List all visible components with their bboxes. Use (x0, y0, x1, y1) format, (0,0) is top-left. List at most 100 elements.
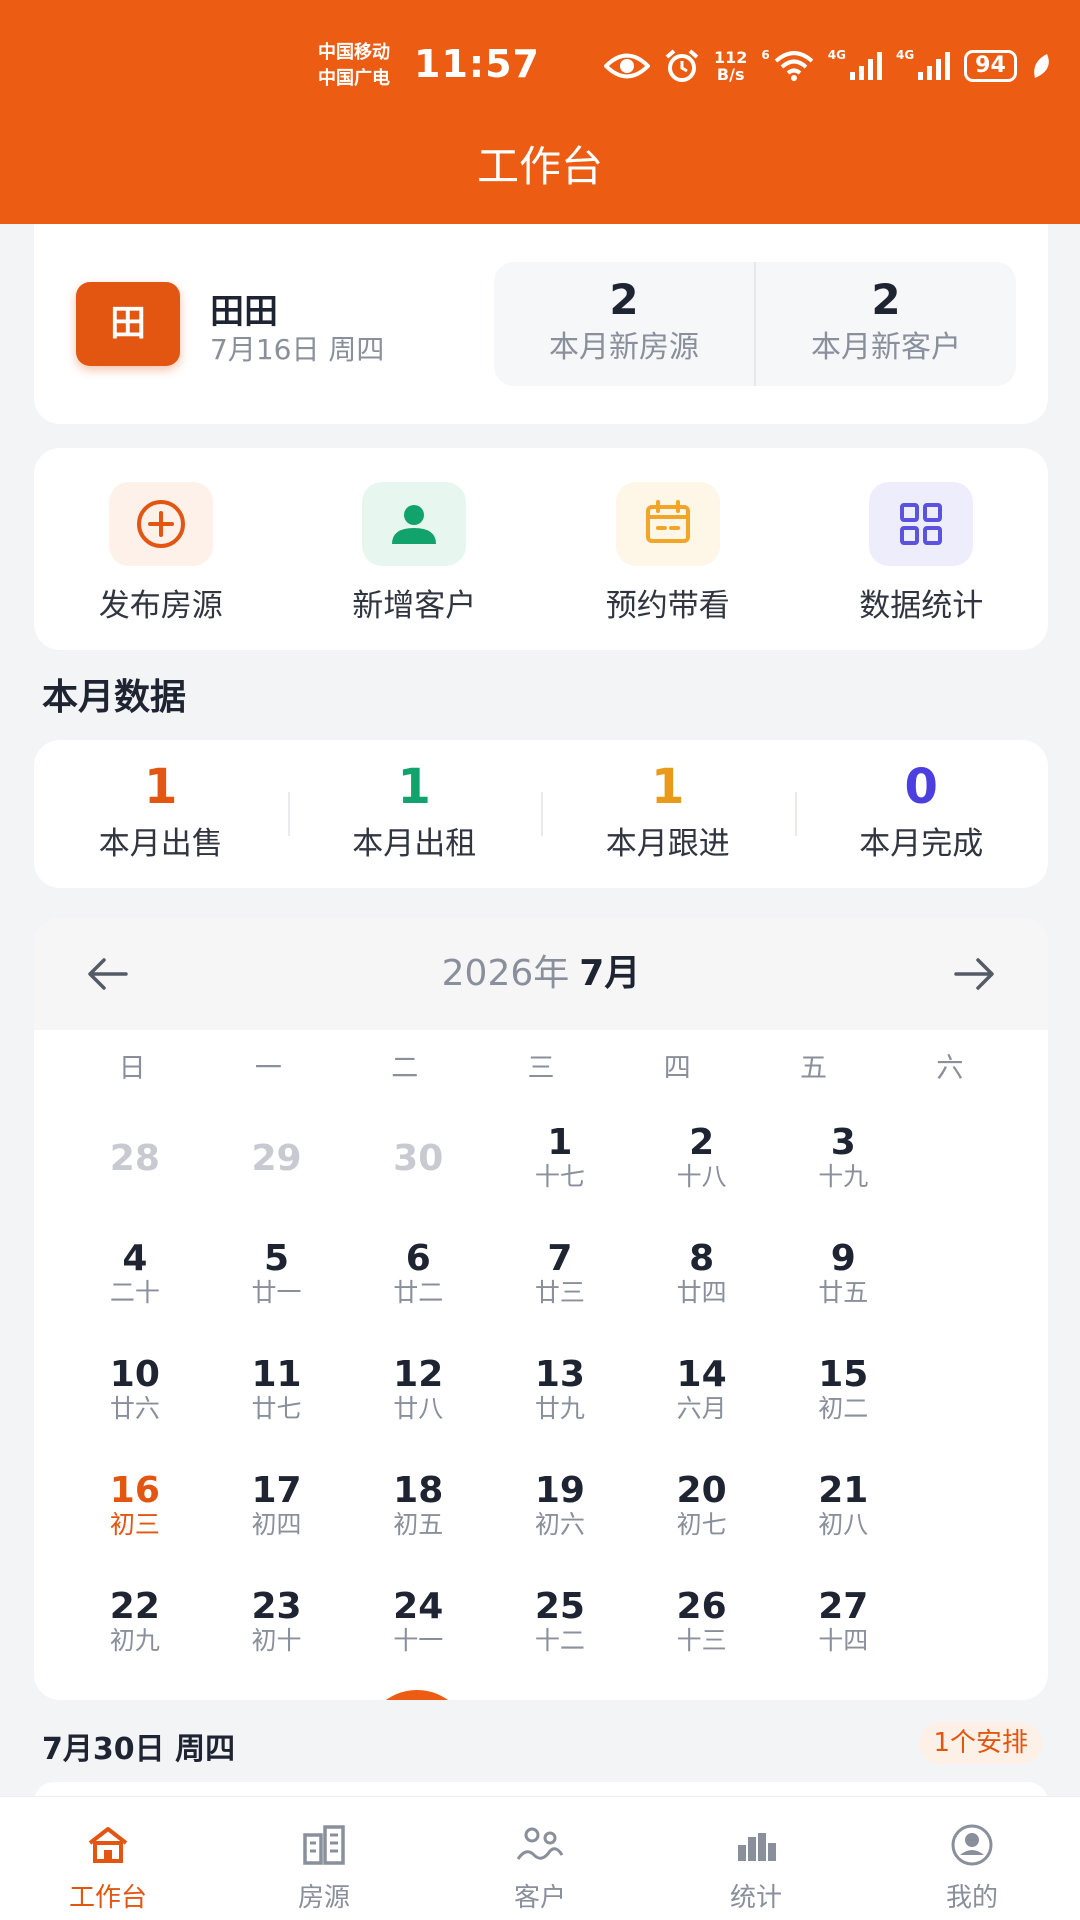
tab-stats[interactable]: 统计 (648, 1797, 864, 1920)
avatar[interactable]: 田 (76, 282, 180, 366)
weekday-label: 五 (800, 1052, 828, 1084)
home-icon (0, 1819, 216, 1871)
calendar-day[interactable]: 3 十九 (772, 1110, 914, 1226)
stat-label: 本月新房源 (549, 330, 699, 365)
tab-workbench[interactable]: 工作台 (0, 1797, 216, 1920)
calendar-day[interactable]: 5 廿一 (206, 1226, 348, 1342)
lunar-date: 廿一 (251, 1278, 302, 1307)
calendar-day[interactable]: 1 十七 (489, 1110, 631, 1226)
monthly-sold-stat[interactable]: 1 本月出售 (34, 740, 288, 888)
calendar-day[interactable]: 18 初五 (347, 1458, 489, 1574)
lunar-date: 初六 (534, 1510, 585, 1539)
data-stats-button[interactable]: 数据统计 (795, 448, 1049, 650)
calendar-day[interactable]: 8 廿四 (631, 1226, 773, 1342)
calendar-day[interactable]: 17 初四 (206, 1458, 348, 1574)
user-icon (362, 482, 467, 566)
calendar-day[interactable]: 11 廿七 (206, 1342, 348, 1458)
day-number: 28 (109, 1138, 160, 1179)
monthly-rented-stat[interactable]: 1 本月出租 (287, 740, 542, 888)
calendar-month: 7月 (579, 953, 641, 994)
weekday-row: 日 一 二 三 四 五 六 (34, 1030, 1048, 1100)
arrow-left-icon[interactable] (86, 954, 130, 994)
stat-label: 本月跟进 (605, 826, 730, 862)
calendar-day[interactable]: 31十八 (489, 1690, 631, 1700)
building-icon (216, 1819, 432, 1871)
monthly-followup-stat[interactable]: 1 本月跟进 (541, 740, 795, 888)
lunar-date: 初十 (251, 1626, 302, 1655)
day-number: 30 (393, 1138, 444, 1179)
day-number: 7 (547, 1238, 573, 1279)
schedule-viewing-button[interactable]: 预约带看 (541, 448, 795, 650)
lunar-date: 十三 (676, 1626, 727, 1655)
calendar-day[interactable]: 30 (347, 1110, 489, 1226)
tab-mine[interactable]: 我的 (864, 1797, 1080, 1920)
weekday-label: 四 (663, 1052, 691, 1084)
leaf-icon (1033, 54, 1049, 78)
tab-listings[interactable]: 房源 (216, 1797, 432, 1920)
users-icon (432, 1819, 648, 1871)
user-name: 田田 (210, 292, 278, 332)
add-client-button[interactable]: 新增客户 (288, 448, 542, 650)
status-bar: 中国移动 中国广电 11:57 112 B/s 6 4G 4G 94 (0, 0, 1080, 130)
calendar-day[interactable]: 28十五 (64, 1690, 206, 1700)
calendar-day-today[interactable]: 16 初三 (64, 1458, 206, 1574)
day-number: 6 (405, 1238, 431, 1279)
calendar-day[interactable]: 29十六 (206, 1690, 348, 1700)
new-clients-stat[interactable]: 2 本月新客户 (754, 262, 1016, 386)
day-number: 18 (393, 1470, 444, 1511)
monthly-completed-stat[interactable]: 0 本月完成 (794, 740, 1049, 888)
calendar-day[interactable]: 26 十三 (631, 1574, 773, 1690)
wifi-icon (774, 51, 814, 81)
calendar-day[interactable]: 27 十四 (772, 1574, 914, 1690)
calendar-day[interactable]: 29 (206, 1110, 348, 1226)
stat-value: 1 (397, 759, 431, 815)
tab-label: 统计 (729, 1883, 782, 1913)
new-stats: 2 本月新房源 2 本月新客户 (494, 262, 1016, 386)
calendar-day[interactable]: 25 十二 (489, 1574, 631, 1690)
tab-label: 工作台 (68, 1883, 147, 1913)
lunar-date: 初四 (251, 1510, 302, 1539)
tab-clients[interactable]: 客户 (432, 1797, 648, 1920)
calendar-day[interactable]: 23 初十 (206, 1574, 348, 1690)
eye-icon (604, 53, 650, 79)
calendar-day[interactable]: 4 二十 (64, 1226, 206, 1342)
calendar-day[interactable]: 15 初二 (772, 1342, 914, 1458)
day-number: 24 (393, 1586, 444, 1627)
calendar-day[interactable]: 20 初七 (631, 1458, 773, 1574)
calendar-day-selected[interactable]: 30十七 (347, 1690, 489, 1700)
schedule-count-badge[interactable]: 1个安排 (919, 1722, 1042, 1764)
calendar-day[interactable]: 12 廿八 (347, 1342, 489, 1458)
lunar-date: 廿五 (818, 1278, 869, 1307)
calendar-day[interactable]: 22 初九 (64, 1574, 206, 1690)
lunar-date: 初七 (676, 1510, 727, 1539)
day-number: 11 (251, 1354, 302, 1395)
day-number: 4 (122, 1238, 148, 1279)
lunar-date: 廿六 (109, 1394, 160, 1423)
day-number: 25 (534, 1586, 585, 1627)
calendar-day[interactable]: 6 廿二 (347, 1226, 489, 1342)
action-label: 预约带看 (605, 588, 730, 624)
calendar-day[interactable]: 21 初八 (772, 1458, 914, 1574)
new-listings-stat[interactable]: 2 本月新房源 (494, 262, 754, 386)
calendar-day[interactable]: 24 十一 (347, 1574, 489, 1690)
calendar-day[interactable]: 7 廿三 (489, 1226, 631, 1342)
calendar-day[interactable]: 1 (631, 1690, 773, 1700)
weekday-label: 六 (936, 1052, 964, 1084)
weekday-label: 二 (391, 1052, 419, 1084)
action-label: 数据统计 (859, 588, 984, 624)
signal-label-1: 4G (827, 48, 846, 62)
calendar-day[interactable]: 9 廿五 (772, 1226, 914, 1342)
day-number: 17 (251, 1470, 302, 1511)
carrier-labels: 中国移动 中国广电 (318, 40, 390, 92)
calendar-day[interactable]: 13 廿九 (489, 1342, 631, 1458)
calendar-day[interactable]: 19 初六 (489, 1458, 631, 1574)
arrow-right-icon[interactable] (952, 954, 996, 994)
stat-value: 0 (904, 759, 938, 815)
calendar-day[interactable]: 10 廿六 (64, 1342, 206, 1458)
day-number: 8 (689, 1238, 715, 1279)
publish-listing-button[interactable]: 发布房源 (34, 448, 288, 650)
calendar-day[interactable]: 28 (64, 1110, 206, 1226)
calendar-day[interactable]: 2 十八 (631, 1110, 773, 1226)
lunar-date: 二十 (109, 1278, 160, 1307)
calendar-day[interactable]: 14 六月 (631, 1342, 773, 1458)
